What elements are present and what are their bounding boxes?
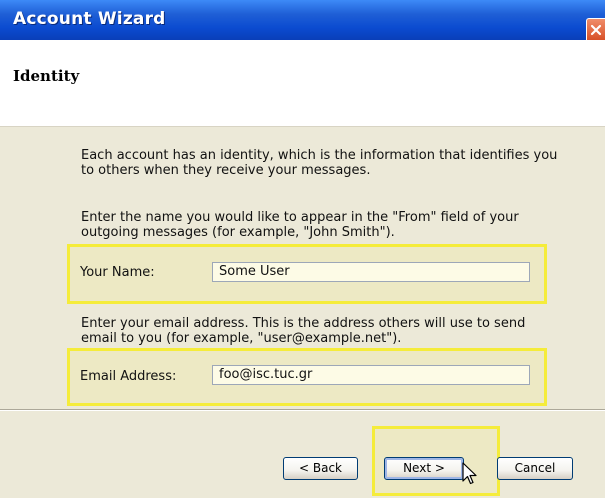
email-label: Email Address: bbox=[80, 369, 177, 384]
name-input[interactable]: Some User bbox=[212, 262, 530, 282]
page-title: Identity bbox=[13, 67, 80, 85]
email-input[interactable]: foo@isc.tuc.gr bbox=[212, 365, 530, 385]
next-button[interactable]: Next > bbox=[384, 457, 464, 480]
close-icon bbox=[590, 24, 602, 36]
window-title: Account Wizard bbox=[13, 9, 166, 29]
name-instruction-text: Enter the name you would like to appear … bbox=[81, 210, 519, 240]
email-instruction-text: Enter your email address. This is the ad… bbox=[81, 316, 526, 346]
back-button[interactable]: < Back bbox=[283, 457, 358, 480]
account-wizard-window: Account Wizard Identity Each account has… bbox=[0, 0, 605, 498]
title-bar[interactable]: Account Wizard bbox=[0, 0, 605, 44]
footer-divider bbox=[0, 409, 605, 411]
wizard-header: Identity bbox=[0, 40, 605, 127]
intro-text: Each account has an identity, which is t… bbox=[81, 148, 558, 178]
mouse-pointer-icon bbox=[462, 462, 477, 485]
cancel-button[interactable]: Cancel bbox=[497, 457, 573, 480]
name-label: Your Name: bbox=[80, 265, 155, 280]
